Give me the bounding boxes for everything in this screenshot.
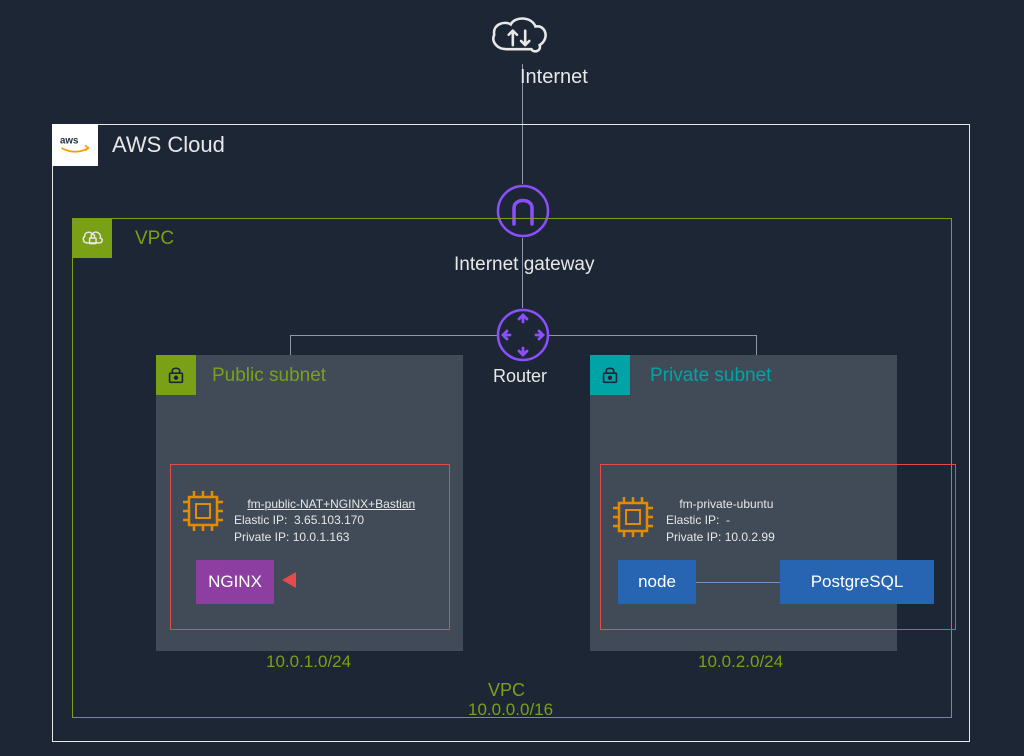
aws-logo-icon: aws — [52, 124, 98, 166]
public-eip-value: 3.65.103.170 — [294, 513, 364, 527]
public-privip-value: 10.0.1.163 — [293, 530, 350, 544]
private-subnet-icon — [590, 355, 630, 395]
public-instance-name: fm-public-NAT+NGINX+Bastian — [247, 497, 415, 511]
svg-text:aws: aws — [60, 136, 79, 147]
vpc-icon — [72, 218, 112, 258]
vpc-title: VPC — [135, 228, 174, 250]
private-instance-name: fm-private-ubuntu — [679, 497, 773, 511]
internet-cloud-icon — [486, 10, 552, 66]
private-subnet-cidr: 10.0.2.0/24 — [698, 652, 783, 672]
vpc-cidr: 10.0.0.0/16 — [468, 700, 553, 720]
cpu-chip-icon — [180, 488, 226, 534]
cpu-chip-icon — [610, 494, 656, 540]
internet-label: Internet — [520, 66, 588, 89]
private-instance-text: fm-private-ubuntu Elastic IP: - Private … — [666, 480, 775, 561]
diagram-canvas: Internet aws AWS Cloud Internet gateway … — [0, 0, 1024, 756]
public-subnet-icon — [156, 355, 196, 395]
private-eip-value: - — [726, 513, 730, 527]
private-instance-box — [600, 464, 956, 630]
router-icon — [496, 308, 550, 362]
node-to-postgres-line — [696, 582, 780, 583]
public-subnet-cidr: 10.0.1.0/24 — [266, 652, 351, 672]
router-label: Router — [493, 366, 547, 387]
red-arrow-icon — [282, 572, 296, 588]
private-subnet-title: Private subnet — [650, 365, 771, 387]
vpc-bottom-label: VPC — [488, 680, 525, 701]
public-subnet-title: Public subnet — [212, 365, 326, 387]
node-service-box: node — [618, 560, 696, 604]
private-privip-label: Private IP: — [666, 530, 721, 544]
public-privip-label: Private IP: — [234, 530, 289, 544]
public-instance-text: fm-public-NAT+NGINX+Bastian Elastic IP: … — [234, 480, 415, 561]
public-eip-label: Elastic IP: — [234, 513, 287, 527]
aws-cloud-title: AWS Cloud — [112, 132, 225, 158]
postgresql-service-box: PostgreSQL — [780, 560, 934, 604]
private-privip-value: 10.0.2.99 — [725, 530, 775, 544]
nginx-service-box: NGINX — [196, 560, 274, 604]
private-eip-label: Elastic IP: — [666, 513, 719, 527]
